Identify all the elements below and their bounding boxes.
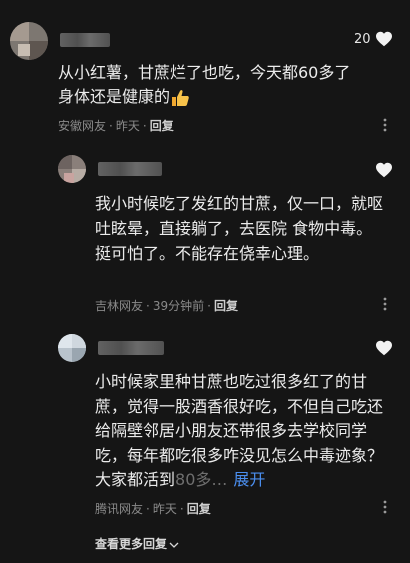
timestamp: 昨天 bbox=[115, 119, 140, 133]
view-more-label: 查看更多回复 bbox=[95, 537, 168, 551]
expand-link[interactable]: 展开 bbox=[233, 470, 265, 489]
location: 吉林网友 bbox=[95, 299, 144, 313]
username-blurred[interactable] bbox=[98, 341, 164, 355]
heart-icon[interactable] bbox=[375, 340, 393, 356]
avatar[interactable] bbox=[10, 22, 48, 60]
location: 安徽网友 bbox=[58, 119, 107, 133]
more-options-icon[interactable] bbox=[383, 297, 387, 311]
reply-button[interactable]: 回复 bbox=[187, 502, 211, 516]
heart-icon[interactable] bbox=[375, 162, 393, 178]
comment-text: 从小红薯，甘蔗烂了也吃，今天都60多了身体还是健康的 bbox=[58, 63, 351, 106]
reply-button[interactable]: 回复 bbox=[150, 119, 174, 133]
thumbs-up-icon bbox=[172, 89, 189, 106]
avatar[interactable] bbox=[58, 155, 86, 183]
comment-meta: 腾讯网友 · 昨天 · 回复 bbox=[95, 502, 211, 516]
comment-text: 小时候家里种甘蔗也吃过很多红了的甘蔗，觉得一股酒香很好吃，不但自己吃还给隔壁邻居… bbox=[95, 372, 384, 489]
comment-meta: 吉林网友 · 39分钟前 · 回复 bbox=[95, 299, 238, 313]
view-more-replies-button[interactable]: 查看更多回复 bbox=[95, 535, 179, 552]
timestamp: 39分钟前 bbox=[152, 299, 205, 313]
username-blurred[interactable] bbox=[60, 33, 110, 47]
heart-icon[interactable] bbox=[375, 31, 393, 47]
comment-meta: 安徽网友 · 昨天 · 回复 bbox=[58, 119, 174, 133]
reply-button[interactable]: 回复 bbox=[214, 299, 238, 313]
username-blurred[interactable] bbox=[98, 162, 162, 176]
avatar[interactable] bbox=[58, 334, 86, 362]
timestamp: 昨天 bbox=[152, 502, 177, 516]
comment-text: 我小时候吃了发红的甘蔗，仅一口，就呕吐眩晕，直接躺了，去医院 食物中毒。挺可怕了… bbox=[95, 194, 384, 263]
truncated-text: 80多… bbox=[175, 470, 228, 489]
chevron-down-icon bbox=[169, 542, 179, 548]
like-count: 20 bbox=[354, 32, 371, 47]
more-options-icon[interactable] bbox=[383, 118, 387, 132]
location: 腾讯网友 bbox=[95, 502, 144, 516]
more-options-icon[interactable] bbox=[383, 500, 387, 514]
